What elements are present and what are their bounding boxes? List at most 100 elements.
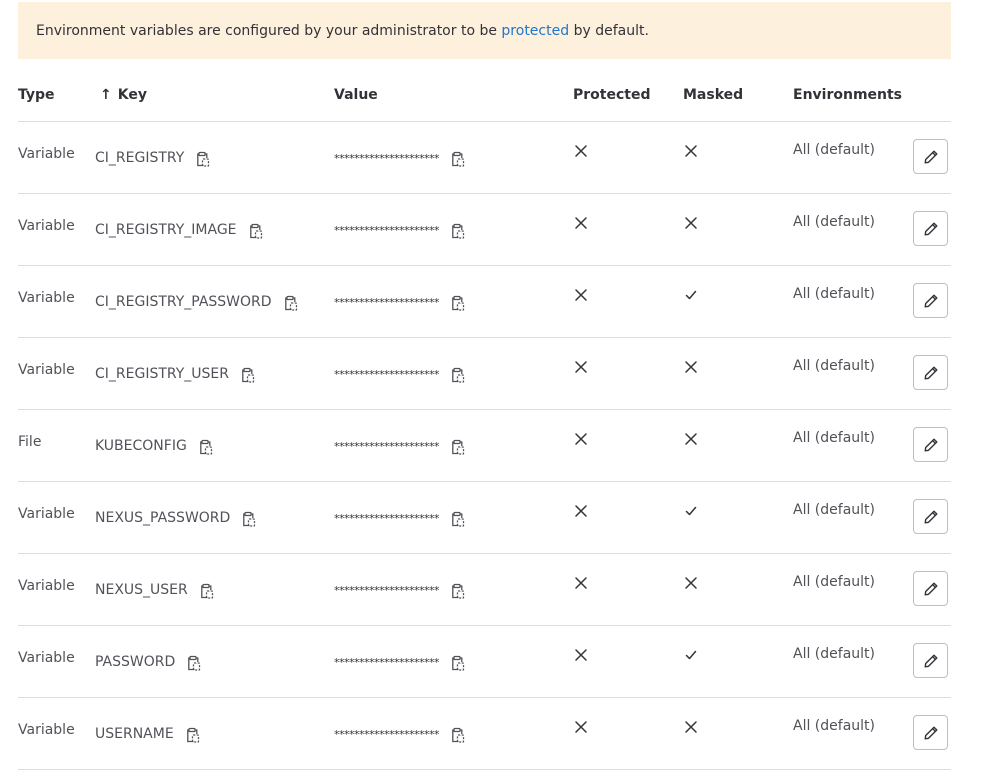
clipboard-icon [187, 655, 201, 671]
variable-key-cell: NEXUS_PASSWORD [95, 508, 258, 528]
clipboard-icon [451, 511, 465, 527]
variables-table: Type ↑ Key Value Protected Masked Environ… [18, 60, 951, 770]
edit-variable-cell [913, 571, 948, 606]
close-icon [574, 288, 588, 302]
copy-value-button[interactable] [449, 364, 467, 384]
copy-key-button[interactable] [197, 436, 215, 456]
column-header-key[interactable]: ↑ Key [100, 87, 147, 103]
variable-key-cell: USERNAME [95, 724, 202, 744]
copy-key-button[interactable] [239, 364, 257, 384]
pencil-icon [923, 725, 939, 741]
edit-variable-button[interactable] [913, 139, 948, 174]
variable-value: ********************* [334, 583, 440, 597]
clipboard-icon [242, 511, 256, 527]
edit-variable-button[interactable] [913, 499, 948, 534]
masked-status [684, 288, 698, 306]
copy-key-button[interactable] [184, 724, 202, 744]
copy-key-button[interactable] [185, 652, 203, 672]
edit-variable-button[interactable] [913, 715, 948, 750]
edit-variable-button[interactable] [913, 283, 948, 318]
clipboard-icon [451, 583, 465, 599]
variable-key-cell: CI_REGISTRY_USER [95, 364, 257, 384]
pencil-icon [923, 365, 939, 381]
close-icon [574, 144, 588, 158]
edit-variable-cell [913, 211, 948, 246]
table-row: Variable NEXUS_USER ********************… [18, 554, 951, 626]
variable-key: CI_REGISTRY [95, 150, 185, 166]
protected-status [574, 720, 588, 738]
variable-type: Variable [18, 218, 75, 234]
clipboard-icon [451, 223, 465, 239]
copy-value-button[interactable] [449, 652, 467, 672]
masked-status [684, 144, 698, 162]
close-icon [684, 216, 698, 230]
variable-environments: All (default) [793, 646, 875, 662]
copy-key-button[interactable] [247, 220, 265, 240]
protected-status [574, 360, 588, 378]
edit-variable-button[interactable] [913, 643, 948, 678]
close-icon [574, 576, 588, 590]
pencil-icon [923, 293, 939, 309]
close-icon [574, 720, 588, 734]
edit-variable-button[interactable] [913, 427, 948, 462]
edit-variable-cell [913, 355, 948, 390]
variable-key-cell: NEXUS_USER [95, 580, 216, 600]
alert-text-after: by default. [573, 22, 649, 39]
protected-status [574, 432, 588, 450]
copy-value-button[interactable] [449, 292, 467, 312]
table-header: Type ↑ Key Value Protected Masked Environ… [18, 60, 951, 122]
protected-status [574, 216, 588, 234]
clipboard-icon [451, 655, 465, 671]
edit-variable-button[interactable] [913, 571, 948, 606]
copy-value-button[interactable] [449, 220, 467, 240]
protected-status [574, 144, 588, 162]
copy-value-button[interactable] [449, 580, 467, 600]
copy-key-button[interactable] [198, 580, 216, 600]
clipboard-icon [241, 367, 255, 383]
variable-value-cell: ********************* [334, 724, 467, 744]
clipboard-icon [451, 439, 465, 455]
copy-value-button[interactable] [449, 436, 467, 456]
close-icon [684, 360, 698, 374]
masked-status [684, 432, 698, 450]
protected-status [574, 288, 588, 306]
copy-value-button[interactable] [449, 148, 467, 168]
close-icon [574, 648, 588, 662]
variable-value-cell: ********************* [334, 364, 467, 384]
protected-status [574, 576, 588, 594]
copy-key-button[interactable] [282, 292, 300, 312]
alert-text-before: Environment variables are configured by … [36, 22, 497, 39]
variable-key: KUBECONFIG [95, 438, 187, 454]
copy-value-button[interactable] [449, 724, 467, 744]
variable-value-cell: ********************* [334, 652, 467, 672]
variable-value: ********************* [334, 655, 440, 669]
table-row: Variable USERNAME ********************* … [18, 698, 951, 770]
protected-link[interactable]: protected [501, 23, 569, 39]
variable-environments: All (default) [793, 574, 875, 590]
variable-key-cell: KUBECONFIG [95, 436, 215, 456]
variable-key: CI_REGISTRY_IMAGE [95, 222, 237, 238]
variable-type: Variable [18, 506, 75, 522]
clipboard-icon [451, 151, 465, 167]
clipboard-icon [451, 727, 465, 743]
masked-status [684, 576, 698, 594]
masked-status [684, 360, 698, 378]
table-row: Variable PASSWORD ********************* … [18, 626, 951, 698]
copy-key-button[interactable] [240, 508, 258, 528]
variable-key-cell: CI_REGISTRY_IMAGE [95, 220, 265, 240]
variable-type: Variable [18, 362, 75, 378]
copy-value-button[interactable] [449, 508, 467, 528]
variable-key: PASSWORD [95, 654, 176, 670]
variable-type: Variable [18, 290, 75, 306]
close-icon [684, 576, 698, 590]
edit-variable-button[interactable] [913, 355, 948, 390]
close-icon [574, 216, 588, 230]
edit-variable-cell [913, 283, 948, 318]
copy-key-button[interactable] [194, 148, 212, 168]
masked-status [684, 648, 698, 666]
close-icon [574, 504, 588, 518]
variable-key: CI_REGISTRY_USER [95, 366, 229, 382]
close-icon [684, 144, 698, 158]
edit-variable-button[interactable] [913, 211, 948, 246]
close-icon [684, 720, 698, 734]
